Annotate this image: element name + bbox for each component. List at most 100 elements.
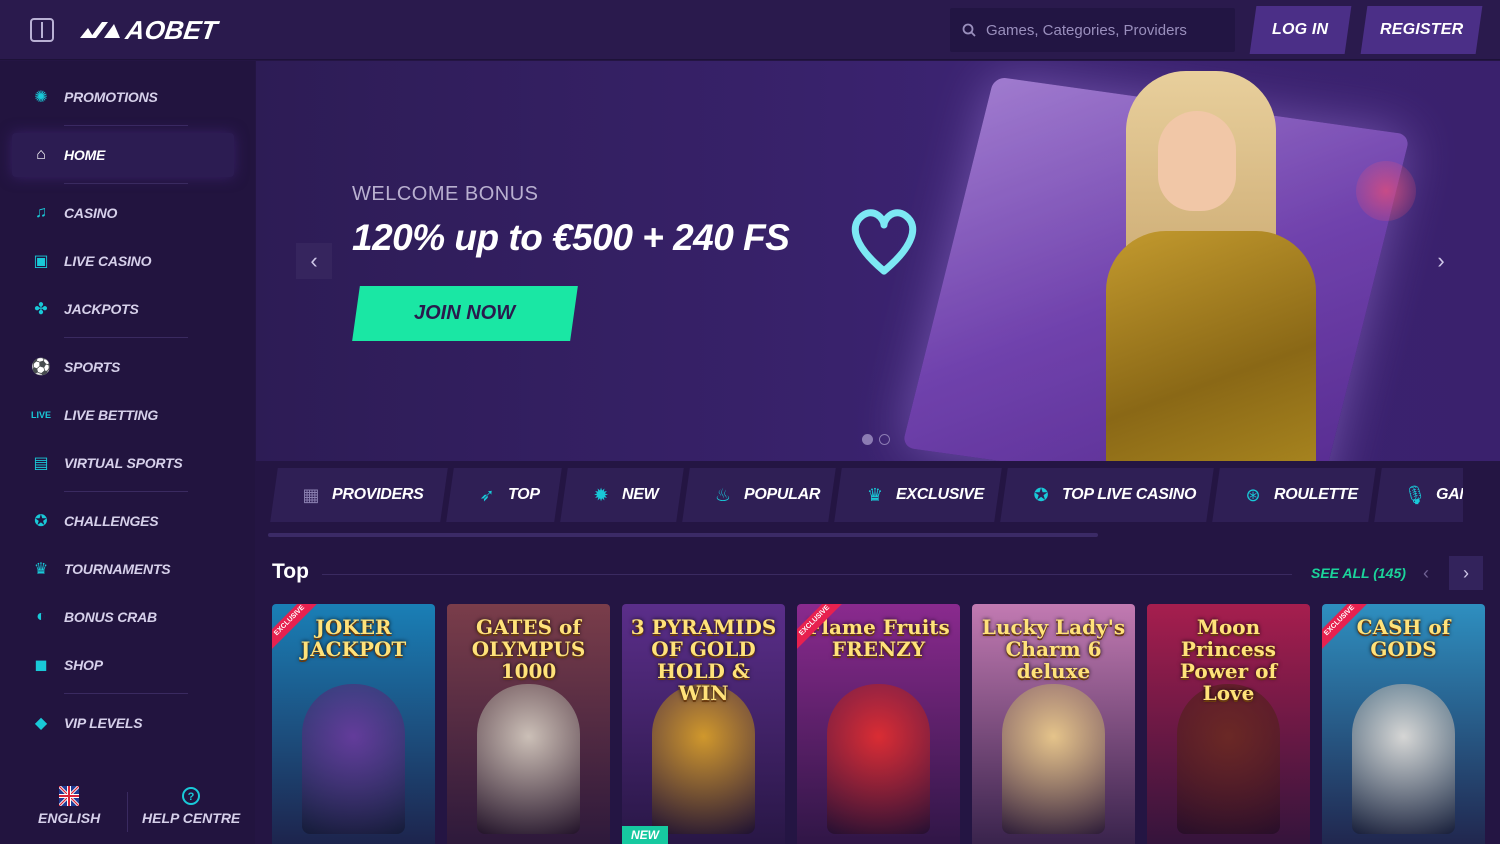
new-badge: NEW xyxy=(622,826,668,844)
sidebar-item-label: PROMOTIONS xyxy=(64,89,158,105)
tab-top-live-casino[interactable]: ✪ TOP LIVE CASINO xyxy=(1000,468,1214,522)
register-button[interactable]: REGISTER xyxy=(1360,6,1483,54)
category-label: GAME SHOWS xyxy=(1436,486,1463,503)
sidebar-item-label: VIP LEVELS xyxy=(64,715,143,731)
sidebar-item-live-casino[interactable]: ▣ LIVE CASINO xyxy=(12,239,234,283)
game-tile[interactable]: Lucky Lady's Charm 6 deluxe xyxy=(972,604,1135,844)
sidebar-item-live-betting[interactable]: LIVE LIVE BETTING xyxy=(12,393,234,437)
sports-icon: ⚽ xyxy=(31,359,51,376)
games-next-button[interactable]: › xyxy=(1449,556,1483,590)
sidebar-item-label: LIVE CASINO xyxy=(64,253,152,269)
heart-icon xyxy=(851,209,917,275)
sidebar-item-label: CASINO xyxy=(64,205,118,221)
game-tile[interactable]: Moon Princess Power of Love xyxy=(1147,604,1310,844)
bonus-crab-icon: ◐ xyxy=(36,608,46,625)
brand-logo[interactable]: AOBET xyxy=(80,14,220,46)
see-all-link[interactable]: SEE ALL (145) xyxy=(1311,565,1406,581)
language-selector[interactable]: ENGLISH xyxy=(38,786,100,826)
login-button[interactable]: LOG IN xyxy=(1249,6,1352,54)
tab-new[interactable]: ✹ NEW xyxy=(560,468,684,522)
sidebar-item-casino[interactable]: ♫ CASINO xyxy=(12,191,234,235)
category-label: EXCLUSIVE xyxy=(896,486,984,503)
chevron-right-icon: › xyxy=(1463,562,1469,583)
game-title: 3 PYRAMIDS OF GOLD HOLD & WIN xyxy=(630,615,777,705)
category-label: TOP xyxy=(508,486,540,503)
banner-glow-decoration xyxy=(1356,161,1416,221)
sidebar-item-tournaments[interactable]: ♛ TOURNAMENTS xyxy=(12,547,234,591)
sidebar-item-label: VIRTUAL SPORTS xyxy=(64,455,183,471)
sidebar-item-challenges[interactable]: ✪ CHALLENGES xyxy=(12,499,234,543)
sidebar-item-label: SPORTS xyxy=(64,359,121,375)
sidebar-item-sports[interactable]: ⚽ SPORTS xyxy=(12,345,234,389)
sidebar-item-jackpots[interactable]: ✤ JACKPOTS xyxy=(12,287,234,331)
game-tile[interactable]: CASH of GODS EXCLUSIVE xyxy=(1322,604,1485,844)
game-title: GATES of OLYMPUS 1000 xyxy=(471,615,586,683)
chevron-left-icon: ‹ xyxy=(1423,562,1429,583)
game-tile[interactable]: GATES of OLYMPUS 1000 xyxy=(447,604,610,844)
chevron-right-icon: › xyxy=(1437,248,1445,273)
banner-prev-button[interactable]: ‹ xyxy=(296,243,332,279)
carousel-dots xyxy=(862,434,890,445)
tab-game-shows[interactable]: 🎙 GAME SHOWS xyxy=(1374,468,1463,522)
sidebar-toggle-icon[interactable] xyxy=(30,18,54,42)
sidebar-item-label: CHALLENGES xyxy=(64,513,159,529)
game-artwork xyxy=(1002,684,1105,834)
search-input[interactable] xyxy=(986,21,1226,39)
category-strip: ▦ PROVIDERS ➶ TOP ✹ NEW ♨ POPULAR ♛ EXCL… xyxy=(268,468,1463,522)
sidebar-item-label: LIVE BETTING xyxy=(64,407,159,423)
section-divider xyxy=(322,574,1292,575)
home-icon: ⌂ xyxy=(36,146,46,163)
tab-roulette[interactable]: ⊛ ROULETTE xyxy=(1212,468,1376,522)
new-icon: ✹ xyxy=(593,484,609,505)
sidebar-item-shop[interactable]: ◼ SHOP xyxy=(12,643,234,687)
game-artwork xyxy=(1177,684,1280,834)
hero-banner: WELCOME BONUS 120% up to €500 + 240 FS J… xyxy=(256,61,1500,461)
tab-top[interactable]: ➶ TOP xyxy=(446,468,562,522)
tab-popular[interactable]: ♨ POPULAR xyxy=(682,468,836,522)
game-tile[interactable]: Flame Fruits FRENZY EXCLUSIVE xyxy=(797,604,960,844)
providers-icon: ▦ xyxy=(302,484,320,505)
sidebar-footer: ENGLISH ? HELP CENTRE xyxy=(0,776,255,844)
join-now-button[interactable]: JOIN NOW xyxy=(352,286,578,341)
game-artwork xyxy=(652,684,755,834)
carousel-dot-1[interactable] xyxy=(862,434,873,445)
flame-icon: ♨ xyxy=(714,484,732,505)
game-tile[interactable]: 3 PYRAMIDS OF GOLD HOLD & WIN NEW xyxy=(622,604,785,844)
tab-providers[interactable]: ▦ PROVIDERS xyxy=(270,468,448,522)
join-now-label: JOIN NOW xyxy=(414,302,516,324)
help-label: HELP CENTRE xyxy=(142,810,241,826)
search-bar[interactable] xyxy=(950,8,1235,52)
sidebar-item-vip-levels[interactable]: ◆ VIP LEVELS xyxy=(12,701,234,745)
sidebar-item-home[interactable]: ⌂ HOME xyxy=(12,133,234,177)
carousel-dot-2[interactable] xyxy=(879,434,890,445)
game-title: Moon Princess Power of Love xyxy=(1179,615,1278,705)
game-artwork xyxy=(302,684,405,834)
game-artwork xyxy=(477,684,580,834)
game-title: Lucky Lady's Charm 6 deluxe xyxy=(981,615,1126,683)
virtual-sports-icon: ▤ xyxy=(33,455,49,472)
tab-exclusive[interactable]: ♛ EXCLUSIVE xyxy=(834,468,1002,522)
live-betting-icon: LIVE xyxy=(30,410,51,420)
sidebar-item-label: HOME xyxy=(64,147,106,163)
sidebar-item-bonus-crab[interactable]: ◐ BONUS CRAB xyxy=(12,595,234,639)
hero-model-image xyxy=(1106,61,1316,461)
rocket-icon: ➶ xyxy=(479,484,495,505)
game-tile[interactable]: JOKER JACKPOT EXCLUSIVE xyxy=(272,604,435,844)
help-centre-link[interactable]: ? HELP CENTRE xyxy=(142,786,240,826)
sidebar-item-virtual-sports[interactable]: ▤ VIRTUAL SPORTS xyxy=(12,441,234,485)
help-icon: ? xyxy=(182,787,201,805)
vip-icon: ◆ xyxy=(34,715,48,732)
category-scrollbar[interactable] xyxy=(268,533,1098,537)
search-icon xyxy=(962,23,976,37)
banner-headline: 120% up to €500 + 240 FS xyxy=(352,217,790,258)
game-artwork xyxy=(827,684,930,834)
login-label: LOG IN xyxy=(1272,21,1329,38)
sidebar-item-promotions[interactable]: ✺ PROMOTIONS xyxy=(12,75,234,119)
game-artwork xyxy=(1352,684,1455,834)
crown-icon: ♛ xyxy=(866,484,884,505)
section-title: Top xyxy=(272,560,309,583)
top-header: AOBET LOG IN REGISTER xyxy=(0,0,1500,60)
brand-name: AOBET xyxy=(123,14,220,45)
games-prev-button[interactable]: ‹ xyxy=(1409,556,1443,590)
banner-next-button[interactable]: › xyxy=(1423,243,1459,279)
